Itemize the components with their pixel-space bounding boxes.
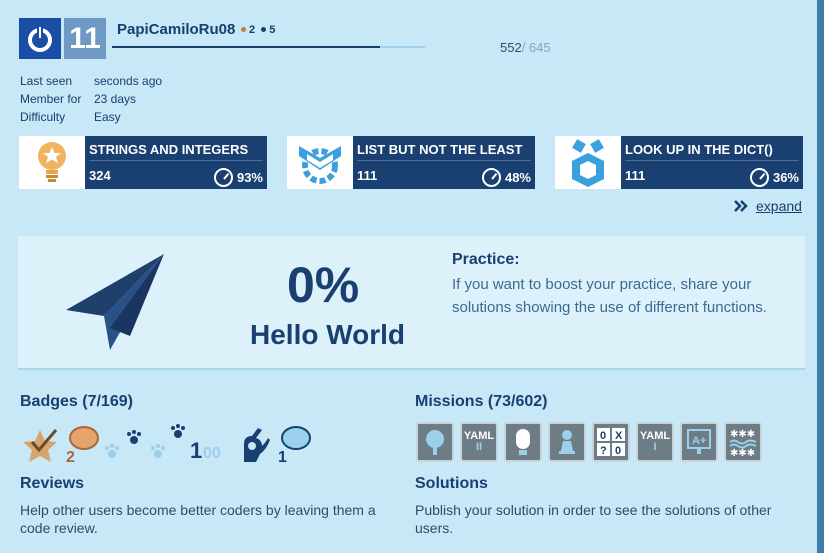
- svg-text:0: 0: [600, 430, 606, 442]
- grade-icon[interactable]: A+: [680, 422, 718, 462]
- svg-text:A+: A+: [692, 435, 706, 447]
- paw-prints-badge-icon[interactable]: [104, 426, 144, 464]
- category-title: STRINGS AND INTEGERS: [89, 142, 263, 161]
- stars-waves-icon[interactable]: ✱✱✱ ✱✱✱: [724, 422, 762, 462]
- svg-text:2: 2: [66, 449, 75, 464]
- badge-counts: 2 5: [238, 24, 275, 36]
- category-card-dict[interactable]: LOOK UP IN THE DICT() 111 36%: [555, 136, 803, 189]
- category-title: LIST BUT NOT THE LEAST: [357, 142, 531, 161]
- category-percent: 48%: [481, 168, 531, 187]
- missions-list: YAML II 0 X ? 0 YAML I A+ ✱✱✱ ✱✱✱: [416, 422, 762, 462]
- solutions-title[interactable]: Solutions: [415, 475, 488, 493]
- solutions-text: Publish your solution in order to see th…: [415, 502, 772, 536]
- xp-progress-fill: [112, 46, 380, 48]
- practice-title: Practice:: [452, 251, 520, 268]
- svg-text:0: 0: [615, 445, 621, 457]
- svg-text:?: ?: [600, 445, 607, 457]
- next-goal-panel: 0% Hello World Practice: If you want to …: [18, 236, 805, 370]
- svg-text:✱✱✱: ✱✱✱: [730, 448, 755, 457]
- category-count: 324: [89, 168, 111, 183]
- star-check-badge-icon[interactable]: [20, 428, 60, 464]
- tree-icon[interactable]: [416, 422, 454, 462]
- tic-tac-toe-icon[interactable]: 0 X ? 0: [592, 422, 630, 462]
- cube-icon: [555, 136, 621, 189]
- speedometer-icon: [213, 168, 233, 187]
- missions-title[interactable]: Missions (73/602): [415, 393, 548, 411]
- bulb-icon[interactable]: [504, 422, 542, 462]
- gear-chevron-icon: [287, 136, 353, 189]
- info-row: Last seen seconds ago: [20, 74, 163, 88]
- speedometer-icon: [749, 168, 769, 187]
- chess-pawn-icon[interactable]: [548, 422, 586, 462]
- svg-text:00: 00: [203, 445, 221, 462]
- practice-text: If you want to boost your practice, shar…: [452, 276, 767, 316]
- svg-text:X: X: [615, 430, 623, 442]
- speedometer-icon: [481, 168, 501, 187]
- brain-badge-blue-icon[interactable]: 1: [276, 424, 312, 464]
- bronze-dot-icon: [241, 27, 246, 32]
- username[interactable]: PapiCamiloRu08: [117, 21, 235, 38]
- yaml-icon[interactable]: YAML I: [636, 422, 674, 462]
- info-row: Member for 23 days: [20, 92, 137, 106]
- paw-prints-100-badge-icon[interactable]: 1 00: [148, 422, 234, 464]
- profile-panel: 11 PapiCamiloRu08 2 5 552/ 645 Last seen…: [0, 0, 817, 553]
- svg-text:1: 1: [190, 438, 202, 463]
- next-goal-title: Hello World: [250, 319, 406, 350]
- ok-hand-badge-icon[interactable]: [238, 424, 272, 464]
- silver-dot-icon: [261, 27, 267, 32]
- profile-info: Last seen seconds ago Member for 23 days D…: [20, 72, 162, 126]
- info-row: Difficulty Easy: [20, 110, 121, 124]
- badges-list: 2 1 00 1: [20, 422, 312, 464]
- paper-plane-icon: [66, 254, 164, 350]
- category-card-strings[interactable]: STRINGS AND INTEGERS 324 93%: [19, 136, 267, 189]
- badges-title[interactable]: Badges (7/169): [20, 393, 133, 411]
- reviews-title[interactable]: Reviews: [20, 475, 84, 493]
- xp-progress-bar: [112, 46, 425, 48]
- double-chevron-right-icon: [734, 200, 748, 212]
- category-count: 111: [357, 168, 378, 183]
- yaml-icon[interactable]: YAML II: [460, 422, 498, 462]
- category-percent: 93%: [213, 168, 263, 187]
- reviews-text: Help other users become better coders by…: [20, 502, 376, 536]
- category-percent: 36%: [749, 168, 799, 187]
- power-icon[interactable]: [19, 18, 61, 59]
- lightbulb-icon: [19, 136, 85, 189]
- progress-percent: 0%: [287, 257, 360, 313]
- category-count: 111: [625, 168, 646, 183]
- expand-link[interactable]: expand: [734, 198, 802, 214]
- svg-text:1: 1: [278, 449, 287, 464]
- category-title: LOOK UP IN THE DICT(): [625, 142, 799, 161]
- level-number: 11: [64, 18, 106, 59]
- brain-badge-icon[interactable]: 2: [64, 424, 100, 464]
- svg-text:✱✱✱: ✱✱✱: [730, 429, 755, 440]
- category-card-list[interactable]: LIST BUT NOT THE LEAST 111 48%: [287, 136, 535, 189]
- xp-readout: 552/ 645: [500, 40, 551, 55]
